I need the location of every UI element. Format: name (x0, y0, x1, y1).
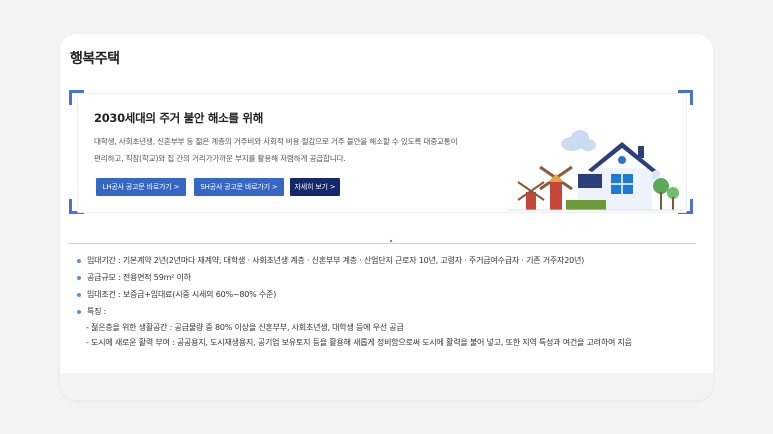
feature-label: 임대조건 : 보증금+임대료(시중 시세의 60%~80% 수준) (87, 290, 277, 299)
marker-dot (390, 240, 392, 242)
bullet-icon (77, 259, 81, 263)
feature-list: 임대기간 : 기본계약 2년(2년마다 재계약, 대학생 · 사회초년생 계층 … (74, 252, 704, 350)
feature-detail: - 도시에 새로운 활력 부여 : 공공용지, 도시재생용지, 공기업 보유토지… (86, 338, 632, 347)
page-title: 행복주택 (70, 51, 120, 67)
tree-icon (653, 178, 669, 210)
house-illustration (508, 130, 684, 211)
banner-box: 2030세대의 주거 불안 해소를 위해 대학생, 사회초년생, 신혼부부 등 … (77, 93, 687, 213)
divider (68, 243, 696, 244)
banner-description: 대학생, 사회초년생, 신혼부부 등 젊은 계층의 거주비와 사회적 비용 절감… (94, 133, 534, 167)
house-icon (578, 142, 656, 210)
banner-heading: 2030세대의 주거 불안 해소를 위해 (94, 111, 263, 125)
content-card: 행복주택 2030세대의 주거 불안 해소를 위해 대학생, 사회초년생, 신혼… (60, 34, 713, 400)
list-item: 공급규모 : 전용면적 59m² 이하 (74, 269, 704, 286)
list-item: 임대기간 : 기본계약 2년(2년마다 재계약, 대학생 · 사회초년생 계층 … (74, 252, 704, 269)
windmill-icon (517, 181, 545, 210)
view-more-button[interactable]: 자세히 보기 > (290, 178, 340, 196)
banner-desc-line1: 대학생, 사회초년생, 신혼부부 등 젊은 계층의 거주비와 사회적 비용 절감… (94, 137, 458, 146)
feature-label: 임대기간 : 기본계약 2년(2년마다 재계약, 대학생 · 사회초년생 계층 … (87, 256, 585, 265)
bullet-icon (77, 293, 81, 297)
banner-desc-line2: 편리하고, 직장(학교)와 집 간의 거리가가까운 부지를 활용해 저렴하게 공… (94, 154, 346, 163)
lh-notice-button[interactable]: LH공사 공고문 바로가기 > (96, 178, 186, 196)
bullet-icon (77, 310, 81, 314)
card-footer (60, 373, 713, 400)
feature-label: 특징 : (87, 307, 107, 316)
sh-notice-button[interactable]: SH공사 공고문 바로가기 > (194, 178, 284, 196)
feature-label: 공급규모 : 전용면적 59m² 이하 (87, 273, 191, 282)
hedge-icon (566, 200, 606, 210)
cloud-icon (561, 130, 596, 151)
list-item: 임대조건 : 보증금+임대료(시중 시세의 60%~80% 수준) (74, 286, 704, 303)
tree-icon (667, 187, 679, 210)
bullet-icon (77, 276, 81, 280)
list-item: 특징 : (74, 303, 704, 320)
banner: 2030세대의 주거 불안 해소를 위해 대학생, 사회초년생, 신혼부부 등 … (69, 90, 693, 214)
feature-detail: - 젊은층을 위한 생활공간 : 공급물량 중 80% 이상을 신혼부부, 사회… (86, 323, 404, 332)
